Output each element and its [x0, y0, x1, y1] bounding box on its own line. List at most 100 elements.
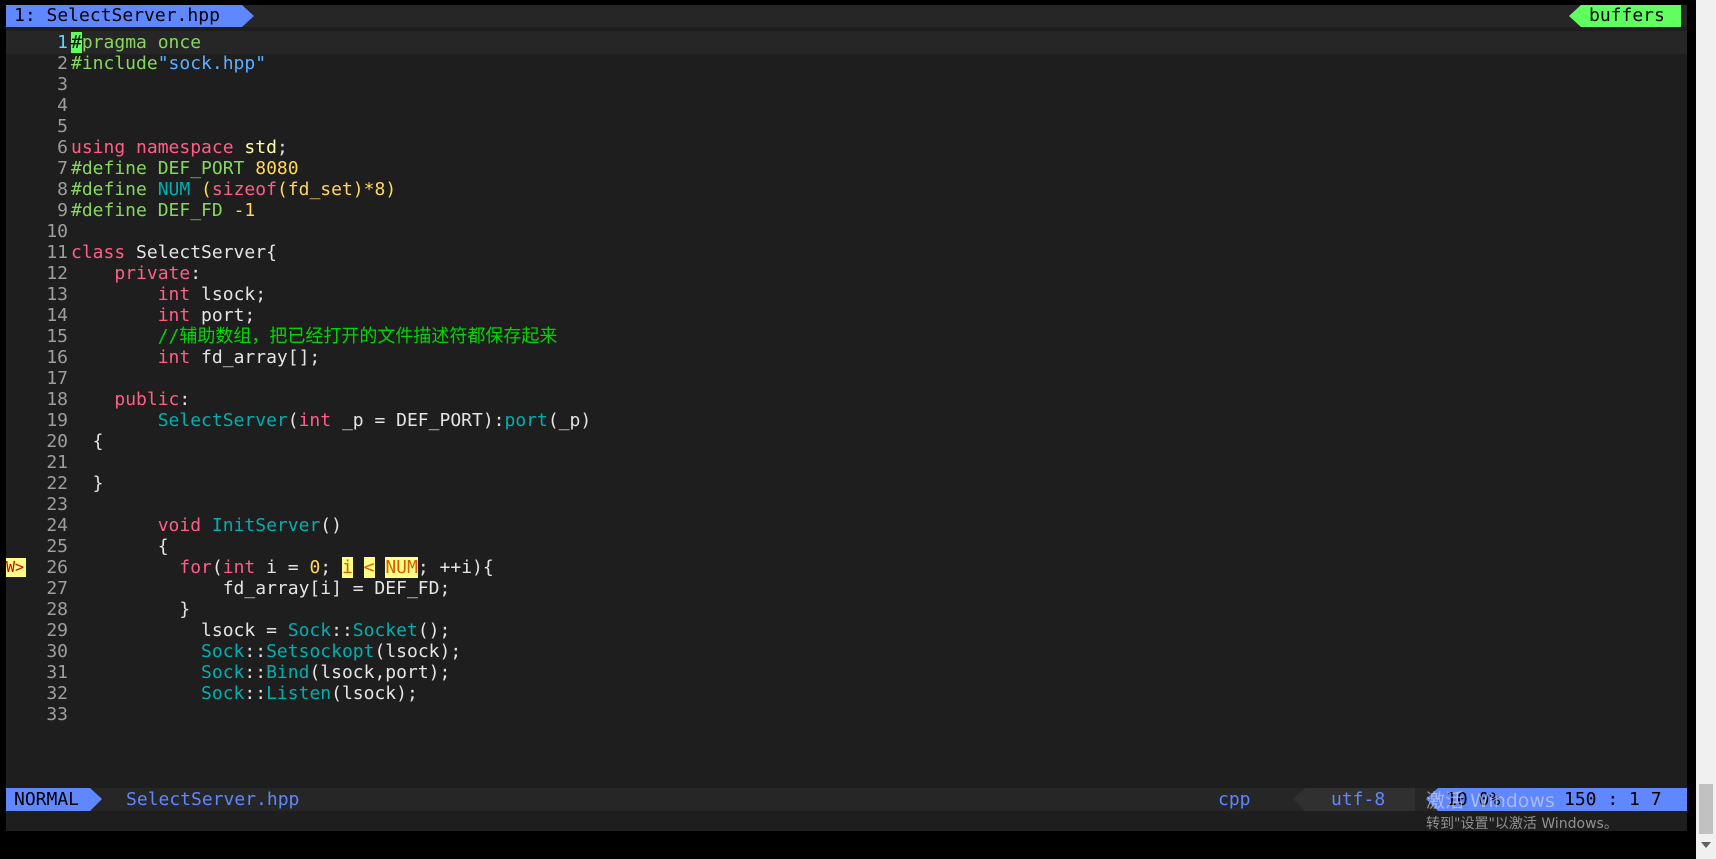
code-token: ();: [417, 620, 451, 641]
code-line[interactable]: 2 #include"sock.hpp": [6, 52, 1687, 75]
code-token: Setsockopt: [266, 641, 375, 662]
scroll-down-arrow-icon[interactable]: [1701, 842, 1711, 848]
line-number: 15: [46, 326, 68, 347]
code-line[interactable]: 3: [6, 73, 1687, 96]
code-line[interactable]: 30 Sock::Setsockopt(lsock);: [6, 640, 1687, 663]
code-line[interactable]: 33: [6, 703, 1687, 726]
code-token: #define: [71, 179, 158, 200]
line-number: 19: [46, 410, 68, 431]
code-token: <: [363, 557, 375, 578]
line-number: 1: [57, 32, 68, 53]
code-text: void InitServer(): [71, 514, 342, 537]
code-line[interactable]: 20 {: [6, 430, 1687, 453]
line-number: 11: [46, 242, 68, 263]
code-line[interactable]: 18 public:: [6, 388, 1687, 411]
line-number: 29: [46, 620, 68, 641]
code-line[interactable]: 5: [6, 115, 1687, 138]
line-number: 12: [46, 263, 68, 284]
line-number: 16: [46, 347, 68, 368]
code-line[interactable]: 17: [6, 367, 1687, 390]
code-text: private:: [71, 262, 201, 285]
activation-watermark-title: 激活 Windows: [1426, 790, 1555, 812]
code-token: ): [385, 179, 397, 200]
code-text: class SelectServer{: [71, 241, 277, 264]
code-token: Socket: [352, 620, 418, 641]
code-line[interactable]: 19 SelectServer(int _p = DEF_PORT):port(…: [6, 409, 1687, 432]
code-token: #define DEF_PORT: [71, 158, 256, 179]
code-text: int port;: [71, 304, 256, 327]
code-token: ::: [331, 620, 353, 641]
code-line[interactable]: 16 int fd_array[];: [6, 346, 1687, 369]
line-number: 27: [46, 578, 68, 599]
window-scrollbar[interactable]: [1696, 0, 1716, 859]
code-token: (lsock,port);: [309, 662, 451, 683]
code-text: for(int i = 0; i < NUM; ++i){: [71, 556, 494, 579]
code-line[interactable]: 11 class SelectServer{: [6, 241, 1687, 264]
code-line[interactable]: 15 //辅助数组，把已经打开的文件描述符都保存起来: [6, 325, 1687, 348]
code-text: int fd_array[];: [71, 346, 321, 369]
code-text: #include"sock.hpp": [71, 52, 266, 75]
code-line[interactable]: 24 void InitServer(): [6, 514, 1687, 537]
code-token: Bind: [266, 662, 310, 683]
code-text: }: [71, 472, 104, 495]
tab-selectserver[interactable]: 1: SelectServer.hpp: [6, 5, 254, 27]
code-token: #define DEF_FD: [71, 200, 234, 221]
code-line[interactable]: 10: [6, 220, 1687, 243]
editor-area[interactable]: 1 #pragma once 2 #include"sock.hpp" 3 4 5 6 usin…: [6, 31, 1687, 788]
line-number: 32: [46, 683, 68, 704]
code-line[interactable]: 12 private:: [6, 262, 1687, 285]
code-line[interactable]: 23: [6, 493, 1687, 516]
code-token: ;: [320, 557, 342, 578]
code-token: :: [190, 263, 202, 284]
line-number: 23: [46, 494, 68, 515]
code-line[interactable]: 27 fd_array[i] = DEF_FD;: [6, 577, 1687, 600]
code-line[interactable]: 21: [6, 451, 1687, 474]
code-line[interactable]: 9 #define DEF_FD -1: [6, 199, 1687, 222]
code-token: int: [157, 347, 191, 368]
line-number: 26: [46, 557, 68, 578]
code-token: ::: [244, 683, 267, 704]
code-token: lsock;: [190, 284, 267, 305]
code-text: fd_array[i] = DEF_FD;: [71, 577, 451, 600]
scrollbar-thumb[interactable]: [1699, 784, 1713, 834]
code-line[interactable]: 13 int lsock;: [6, 283, 1687, 306]
code-line[interactable]: 32 Sock::Listen(lsock);: [6, 682, 1687, 705]
code-text: SelectServer(int _p = DEF_PORT):port(_p): [71, 409, 592, 432]
line-number: 25: [46, 536, 68, 557]
code-line[interactable]: 25 {: [6, 535, 1687, 558]
code-line[interactable]: 28 }: [6, 598, 1687, 621]
code-token: (_p): [547, 410, 592, 431]
code-line[interactable]: 6 using namespace std;: [6, 136, 1687, 159]
code-token: "sock.hpp": [157, 53, 267, 74]
code-token: Sock: [201, 662, 245, 683]
code-token: 0: [309, 557, 321, 578]
code-line[interactable]: 1 #pragma once: [6, 31, 1687, 54]
code-token: (: [287, 410, 299, 431]
line-number: 20: [46, 431, 68, 452]
line-number: 13: [46, 284, 68, 305]
line-number: 30: [46, 641, 68, 662]
line-number: 10: [46, 221, 68, 242]
code-token: int: [222, 557, 256, 578]
code-token: InitServer: [211, 515, 321, 536]
line-number: 2: [57, 53, 68, 74]
code-token: NUM: [385, 557, 418, 578]
code-line[interactable]: 29 lsock = Sock::Socket();: [6, 619, 1687, 642]
status-separator: [1293, 788, 1305, 811]
code-line[interactable]: W> 26 for(int i = 0; i < NUM; ++i){: [6, 556, 1687, 579]
code-line[interactable]: 31 Sock::Bind(lsock,port);: [6, 661, 1687, 684]
terminal-window[interactable]: 1: SelectServer.hpp buffers 1 #pragma onc…: [6, 5, 1687, 831]
code-line[interactable]: 8 #define NUM (sizeof(fd_set)*8): [6, 178, 1687, 201]
code-token: ;: [276, 137, 288, 158]
line-number: 9: [57, 200, 68, 221]
code-line[interactable]: 4: [6, 94, 1687, 117]
line-number: 28: [46, 599, 68, 620]
code-line[interactable]: 7 #define DEF_PORT 8080: [6, 157, 1687, 180]
code-line[interactable]: 14 int port;: [6, 304, 1687, 327]
code-line[interactable]: 22 }: [6, 472, 1687, 495]
